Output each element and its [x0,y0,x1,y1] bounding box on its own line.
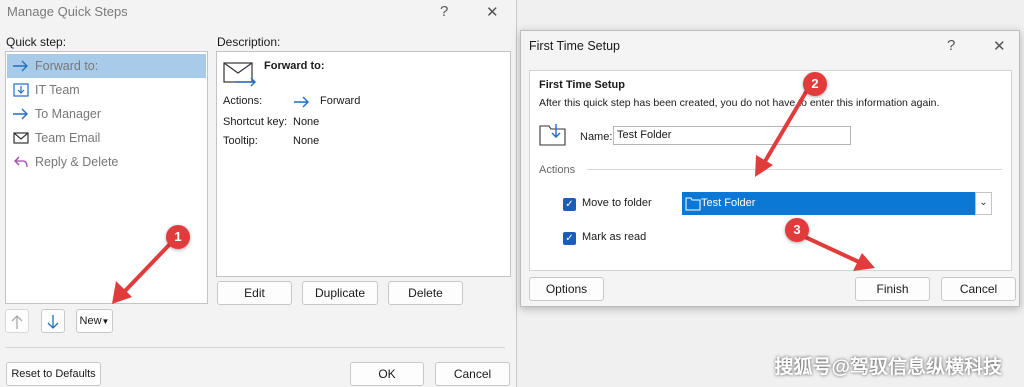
arrow-2-head [755,155,773,177]
arrow-2 [762,90,808,165]
callout-badge-1: 1 [166,225,190,249]
arrow-1 [122,242,172,294]
callout-badge-2: 2 [803,72,827,96]
annotation-arrows [112,90,875,304]
watermark: 搜狐号@驾驭信息纵横科技 [774,357,1002,378]
callout-badge-3: 3 [785,218,809,242]
arrow-3 [803,235,861,264]
